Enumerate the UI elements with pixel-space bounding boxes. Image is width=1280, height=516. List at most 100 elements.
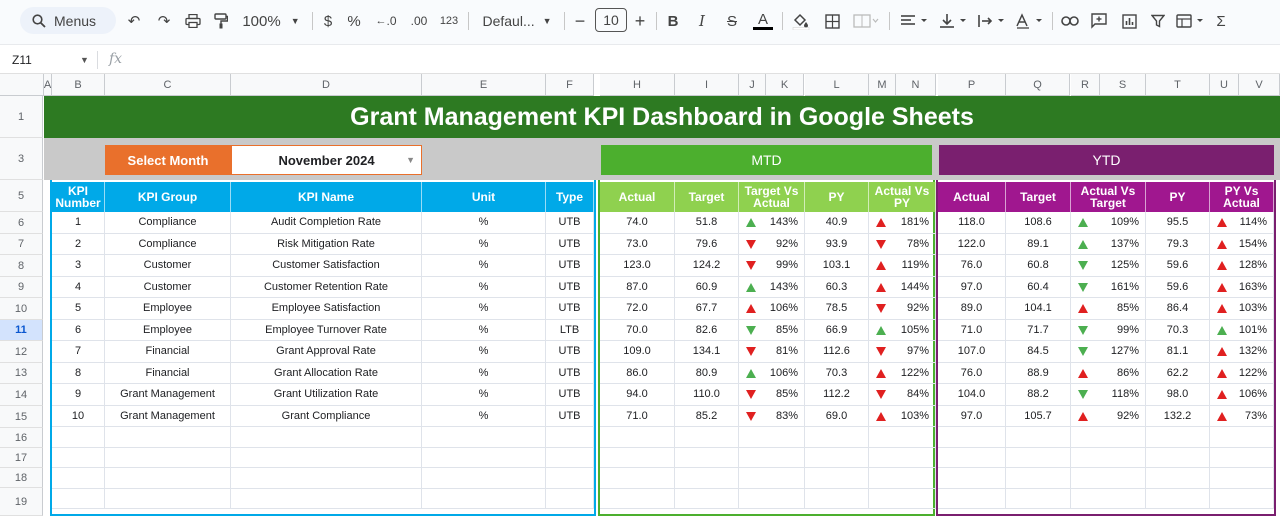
empty-cell[interactable] (739, 427, 805, 448)
empty-cell[interactable] (105, 488, 231, 509)
mtd-actual-vs-py-cell[interactable]: 119% (869, 255, 936, 277)
mtd-target-vs-actual-cell[interactable]: 85% (739, 319, 805, 341)
text-color-button[interactable]: A (752, 10, 774, 32)
more-formats-button[interactable]: 123 (438, 10, 460, 32)
empty-cell[interactable] (52, 468, 105, 489)
menus-search[interactable]: Menus (20, 7, 116, 34)
name-box[interactable]: Z11 (12, 53, 32, 67)
ytd-py-vs-actual-cell[interactable]: 154% (1210, 233, 1274, 255)
kpi-number-cell[interactable]: 8 (52, 362, 105, 384)
ytd-actual-cell[interactable]: 122.0 (938, 233, 1006, 255)
row-header-15[interactable]: 15 (0, 406, 43, 428)
empty-cell[interactable] (546, 488, 594, 509)
ytd-py-cell[interactable]: 86.4 (1146, 298, 1210, 320)
kpi-group-cell[interactable]: Financial (105, 341, 231, 363)
empty-cell[interactable] (869, 468, 936, 489)
ytd-target-cell[interactable]: 88.2 (1006, 384, 1071, 406)
kpi-name-cell[interactable]: Employee Turnover Rate (231, 319, 422, 341)
font-size-decrease-button[interactable]: − (573, 10, 587, 32)
empty-cell[interactable] (231, 488, 422, 509)
empty-cell[interactable] (600, 488, 675, 509)
mtd-actual-cell[interactable]: 71.0 (600, 405, 675, 427)
empty-cell[interactable] (938, 427, 1006, 448)
ytd-actual-vs-target-cell[interactable]: 118% (1071, 384, 1146, 406)
mtd-target-cell[interactable]: 124.2 (675, 255, 739, 277)
empty-cell[interactable] (1006, 488, 1071, 509)
mtd-target-vs-actual-cell[interactable]: 143% (739, 212, 805, 234)
row-header-17[interactable]: 17 (0, 448, 43, 468)
empty-cell[interactable] (600, 468, 675, 489)
empty-cell[interactable] (231, 468, 422, 489)
kpi-group-cell[interactable]: Employee (105, 298, 231, 320)
type-cell[interactable]: UTB (546, 362, 594, 384)
empty-cell[interactable] (422, 468, 546, 489)
kpi-name-cell[interactable]: Audit Completion Rate (231, 212, 422, 234)
mtd-actual-cell[interactable]: 123.0 (600, 255, 675, 277)
font-size-input[interactable]: 10 (595, 8, 627, 32)
mtd-target-vs-actual-cell[interactable]: 92% (739, 233, 805, 255)
select-all-corner[interactable] (0, 74, 44, 96)
type-cell[interactable]: UTB (546, 341, 594, 363)
kpi-number-cell[interactable]: 2 (52, 233, 105, 255)
mtd-actual-vs-py-cell[interactable]: 84% (869, 384, 936, 406)
horizontal-align-icon[interactable] (898, 10, 932, 32)
kpi-name-cell[interactable]: Customer Satisfaction (231, 255, 422, 277)
mtd-actual-vs-py-cell[interactable]: 78% (869, 233, 936, 255)
empty-cell[interactable] (546, 447, 594, 468)
empty-cell[interactable] (1071, 427, 1146, 448)
ytd-py-cell[interactable]: 59.6 (1146, 276, 1210, 298)
kpi-number-cell[interactable]: 3 (52, 255, 105, 277)
ytd-actual-vs-target-cell[interactable]: 125% (1071, 255, 1146, 277)
unit-cell[interactable]: % (422, 405, 546, 427)
ytd-actual-vs-target-cell[interactable]: 86% (1071, 362, 1146, 384)
kpi-group-cell[interactable]: Customer (105, 276, 231, 298)
empty-cell[interactable] (675, 488, 739, 509)
column-header-C[interactable]: C (105, 74, 231, 96)
mtd-actual-vs-py-cell[interactable]: 105% (869, 319, 936, 341)
kpi-number-cell[interactable]: 5 (52, 298, 105, 320)
ytd-py-vs-actual-cell[interactable]: 101% (1210, 319, 1274, 341)
row-header-8[interactable]: 8 (0, 255, 43, 277)
kpi-number-cell[interactable]: 10 (52, 405, 105, 427)
mtd-target-cell[interactable]: 85.2 (675, 405, 739, 427)
type-cell[interactable]: LTB (546, 319, 594, 341)
undo-icon[interactable]: ↶ (124, 10, 144, 32)
empty-cell[interactable] (105, 447, 231, 468)
empty-cell[interactable] (52, 427, 105, 448)
empty-cell[interactable] (422, 488, 546, 509)
mtd-actual-cell[interactable]: 70.0 (600, 319, 675, 341)
ytd-actual-cell[interactable]: 107.0 (938, 341, 1006, 363)
empty-cell[interactable] (1006, 447, 1071, 468)
ytd-py-cell[interactable]: 59.6 (1146, 255, 1210, 277)
ytd-target-cell[interactable]: 71.7 (1006, 319, 1071, 341)
column-header-U[interactable]: U (1210, 74, 1239, 96)
mtd-target-vs-actual-cell[interactable]: 106% (739, 298, 805, 320)
ytd-target-cell[interactable]: 108.6 (1006, 212, 1071, 234)
filter-views-icon[interactable] (1175, 10, 1207, 32)
mtd-py-cell[interactable]: 66.9 (805, 319, 869, 341)
mtd-py-cell[interactable]: 60.3 (805, 276, 869, 298)
unit-cell[interactable]: % (422, 212, 546, 234)
print-icon[interactable] (183, 10, 203, 32)
empty-cell[interactable] (938, 488, 1006, 509)
mtd-target-cell[interactable]: 82.6 (675, 319, 739, 341)
unit-cell[interactable]: % (422, 233, 546, 255)
type-cell[interactable]: UTB (546, 276, 594, 298)
type-cell[interactable]: UTB (546, 384, 594, 406)
ytd-actual-vs-target-cell[interactable]: 99% (1071, 319, 1146, 341)
empty-cell[interactable] (1071, 488, 1146, 509)
empty-cell[interactable] (105, 427, 231, 448)
ytd-target-cell[interactable]: 60.4 (1006, 276, 1071, 298)
bold-button[interactable]: B (665, 10, 681, 32)
row-header-9[interactable]: 9 (0, 277, 43, 298)
empty-cell[interactable] (1210, 468, 1274, 489)
mtd-actual-cell[interactable]: 74.0 (600, 212, 675, 234)
kpi-number-cell[interactable]: 6 (52, 319, 105, 341)
empty-cell[interactable] (600, 447, 675, 468)
row-header-6[interactable]: 6 (0, 212, 43, 234)
type-cell[interactable]: UTB (546, 405, 594, 427)
text-rotation-icon[interactable] (1013, 10, 1047, 32)
mtd-target-cell[interactable]: 60.9 (675, 276, 739, 298)
ytd-py-vs-actual-cell[interactable]: 132% (1210, 341, 1274, 363)
unit-cell[interactable]: % (422, 319, 546, 341)
